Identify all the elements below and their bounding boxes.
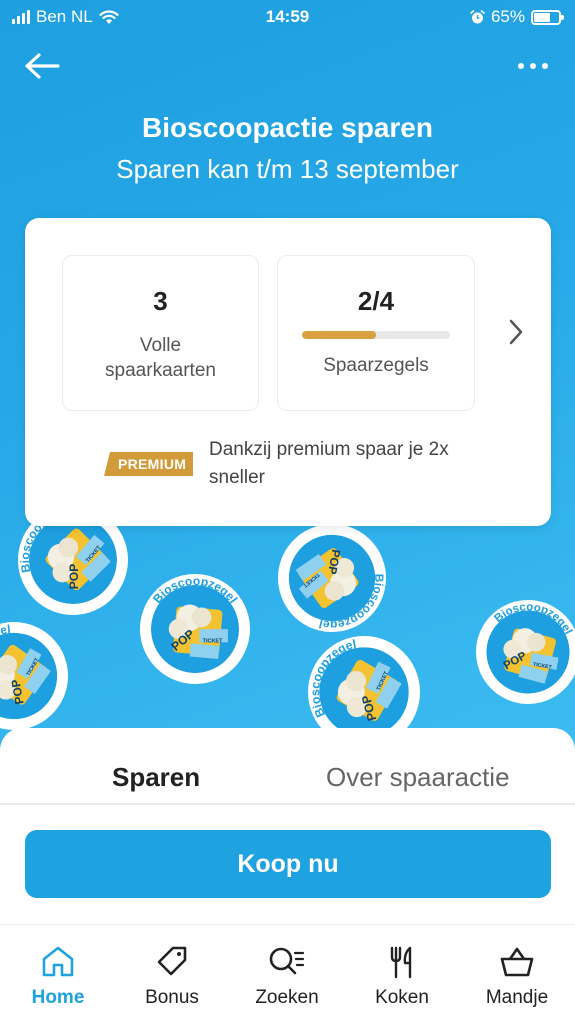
premium-info-text: Dankzij premium spaar je 2x sneller — [209, 439, 449, 488]
tab-bar: Sparen Over spaaractie — [0, 756, 575, 804]
stamps-label: Spaarzegels — [323, 355, 429, 376]
svg-text:POP: POP — [67, 564, 81, 590]
search-icon — [269, 947, 305, 975]
tab-divider — [0, 803, 575, 805]
battery-percentage: 65% — [490, 7, 525, 26]
nav-home[interactable]: Home — [8, 945, 108, 1009]
nav-home-label: Home — [31, 987, 85, 1008]
savings-summary-card: 3 Volle spaarkaarten 2/4 Spaarzegels PRE… — [25, 218, 551, 526]
home-icon — [42, 946, 74, 977]
full-cards-label: Volle spaarkaarten — [105, 335, 216, 381]
back-arrow-icon[interactable] — [22, 50, 62, 82]
chevron-right-icon[interactable] — [507, 317, 525, 347]
page-title: Bioscoopactie sparen — [142, 112, 433, 143]
nav-bonus[interactable]: Bonus — [122, 945, 222, 1009]
svg-text:TICKET: TICKET — [203, 638, 224, 644]
nav-basket-label: Mandje — [485, 987, 549, 1008]
bioscoopzegel-sticker: TICKETPOPBioscoopzegel — [476, 584, 575, 704]
tab-over-spaaractie[interactable]: Over spaaractie — [326, 762, 510, 793]
status-bar: Ben NL 14:59 65% — [0, 0, 575, 34]
stamps-value: 2/4 — [357, 286, 395, 316]
stamps-progress-bar — [302, 331, 450, 339]
stamps-progress-fill — [302, 331, 376, 339]
nav-search-label: Zoeken — [255, 987, 319, 1008]
basket-icon — [500, 947, 534, 977]
battery-icon — [531, 9, 564, 25]
nav-basket[interactable]: Mandje — [467, 945, 567, 1009]
page-subtitle: Sparen kan t/m 13 september — [116, 154, 459, 184]
premium-badge: PREMIUM — [104, 452, 194, 476]
nav-cook[interactable]: Koken — [352, 945, 452, 1009]
tag-icon — [157, 946, 187, 976]
nav-bonus-label: Bonus — [145, 987, 199, 1008]
more-dots-icon[interactable] — [515, 54, 555, 78]
tab-sparen[interactable]: Sparen — [112, 762, 200, 793]
stamps-stat: 2/4 Spaarzegels — [277, 255, 475, 411]
bioscoopzegel-sticker: TICKETPOPBioscoopzegel — [278, 524, 400, 640]
nav-search[interactable]: Zoeken — [237, 945, 337, 1009]
bottom-navigation: Home Bonus Zoeken Koken Mandje — [0, 924, 575, 1024]
full-cards-value: 3 — [153, 286, 168, 316]
alarm-icon — [470, 9, 485, 23]
nav-cook-label: Koken — [375, 987, 429, 1008]
hero-section: Ben NL 14:59 65% Bioscoopactie sparen Sp… — [0, 0, 575, 760]
full-cards-stat: 3 Volle spaarkaarten — [62, 255, 259, 411]
cutlery-icon — [390, 946, 412, 979]
buy-now-button[interactable]: Koop nu — [25, 830, 551, 898]
